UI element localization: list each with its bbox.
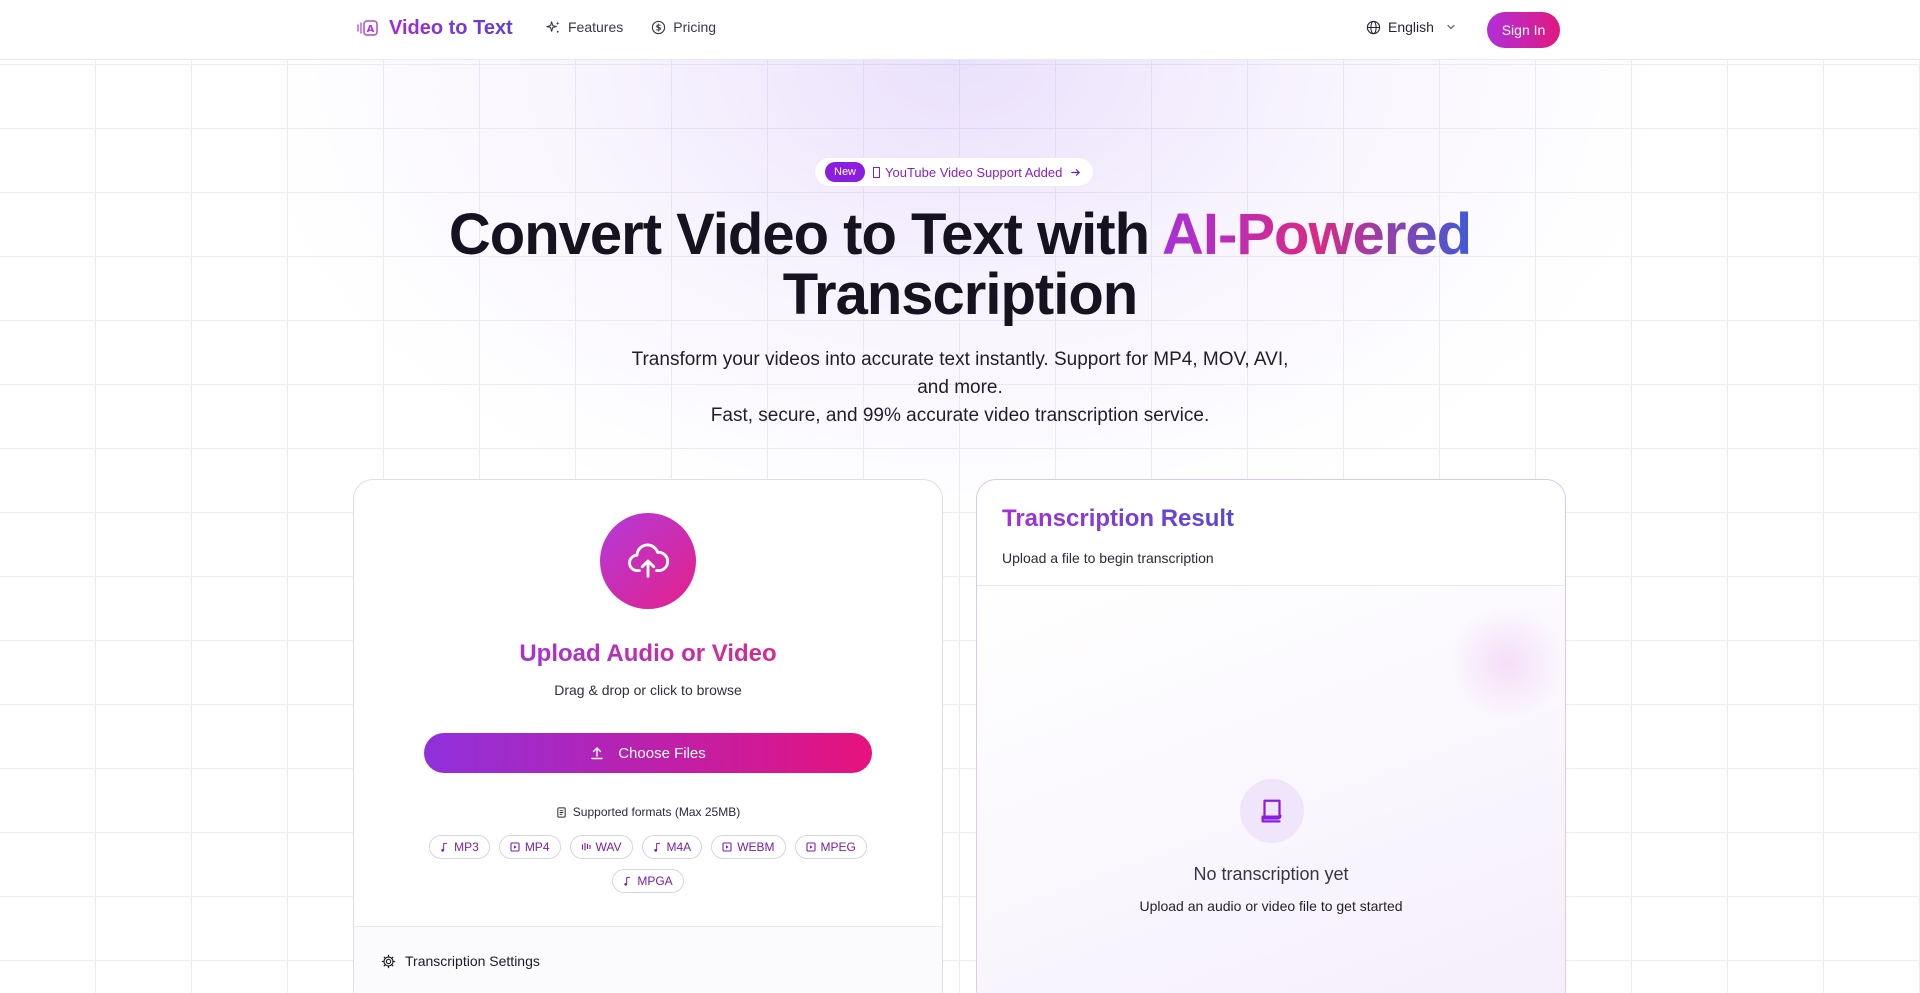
sparkles-icon	[546, 20, 560, 33]
svg-text:$: $	[656, 22, 662, 32]
format-chips: MP3 MP4 WAV M4A WEBM MPEG MPGA	[414, 835, 882, 893]
sign-in-button[interactable]: Sign In	[1487, 12, 1560, 48]
upload-title: Upload Audio or Video	[519, 640, 777, 667]
dollar-circle-icon: $	[652, 20, 666, 34]
brand-name: Video to Text	[389, 16, 513, 39]
format-chip-mpeg: MPEG	[794, 835, 867, 859]
language-selector[interactable]: English	[1366, 19, 1457, 35]
nav-pricing-label: Pricing	[673, 19, 717, 35]
empty-state-title: No transcription yet	[1193, 864, 1349, 884]
nav-features-label: Features	[568, 19, 624, 35]
waveform-icon	[581, 842, 591, 852]
hero-title: Convert Video to Text with AI-Powered Tr…	[360, 205, 1560, 325]
format-chip-wav: WAV	[569, 835, 633, 859]
transcription-settings-toggle[interactable]: Transcription Settings	[354, 926, 942, 993]
upload-dropzone-icon[interactable]	[600, 513, 696, 609]
hero-subtitle: Transform your videos into accurate text…	[610, 346, 1310, 430]
file-text-icon	[557, 806, 566, 818]
choose-files-button[interactable]: Choose Files	[424, 733, 872, 773]
video-file-icon	[805, 842, 816, 852]
format-chip-m4a: M4A	[641, 835, 703, 859]
nav-pricing[interactable]: $ Pricing	[651, 19, 716, 35]
globe-icon	[1366, 20, 1381, 34]
format-chip-label: MPGA	[637, 874, 673, 888]
music-note-icon	[653, 842, 662, 852]
upload-arrow-icon	[591, 747, 603, 760]
nav-features[interactable]: Features	[546, 19, 623, 35]
result-title: Transcription Result	[1002, 505, 1235, 532]
format-chip-label: M4A	[666, 840, 692, 854]
settings-label: Transcription Settings	[405, 953, 540, 969]
format-chip-mp4: MP4	[498, 835, 561, 859]
format-chip-label: WAV	[595, 840, 622, 854]
chevron-down-icon	[1447, 24, 1455, 30]
video-file-icon	[722, 842, 732, 852]
result-header: Transcription Result Upload a file to be…	[977, 480, 1565, 586]
choose-files-label: Choose Files	[618, 744, 706, 762]
language-label: English	[1388, 19, 1434, 35]
music-note-icon	[623, 876, 632, 886]
video-file-icon	[510, 842, 520, 852]
hero-title-prefix: Convert Video to Text with	[448, 202, 1163, 267]
hero-title-accent: AI-Powered	[1162, 202, 1472, 267]
youtube-icon	[873, 166, 881, 178]
brand-logo[interactable]: A Video to Text	[355, 16, 513, 40]
supported-formats-label: Supported formats (Max 25MB)	[354, 805, 942, 819]
announcement-text: YouTube Video Support Added	[885, 164, 1063, 180]
music-note-icon	[440, 842, 449, 852]
format-chip-label: MPEG	[820, 840, 856, 854]
empty-state-icon	[1240, 779, 1304, 843]
format-chip-mp3: MP3	[429, 835, 490, 859]
document-scroll-icon	[1261, 799, 1282, 823]
svg-text:A: A	[367, 24, 375, 35]
decorative-blob	[1447, 607, 1565, 717]
format-chip-label: WEBM	[737, 840, 775, 854]
gear-icon	[381, 954, 396, 968]
format-chip-label: MP3	[454, 840, 479, 854]
format-chip-label: MP4	[524, 840, 550, 854]
result-card: Transcription Result Upload a file to be…	[976, 479, 1566, 993]
main-nav: Features $ Pricing	[546, 19, 716, 35]
hero-subtitle-line1: Transform your videos into accurate text…	[631, 349, 1289, 398]
hero-title-suffix: Transcription	[782, 262, 1138, 327]
settings-label-group: Transcription Settings	[381, 953, 540, 969]
format-chip-webm: WEBM	[711, 835, 786, 859]
hero-subtitle-line2: Fast, secure, and 99% accurate video tra…	[710, 405, 1210, 426]
announcement-badge[interactable]: New YouTube Video Support Added	[814, 157, 1095, 187]
empty-state-subtitle: Upload an audio or video file to get sta…	[1139, 898, 1403, 914]
top-navbar: A Video to Text Features $ Pricing Engli…	[0, 0, 1920, 60]
upload-subtitle: Drag & drop or click to browse	[554, 682, 742, 698]
format-chip-mpga: MPGA	[612, 869, 684, 893]
upload-card[interactable]: Upload Audio or Video Drag & drop or cli…	[353, 479, 943, 993]
new-badge: New	[825, 162, 866, 182]
result-body: No transcription yet Upload an audio or …	[977, 587, 1565, 993]
arrow-right-icon	[1071, 168, 1081, 176]
logo-icon: A	[355, 16, 379, 40]
cloud-upload-icon	[628, 543, 670, 578]
result-subtitle: Upload a file to begin transcription	[1002, 550, 1214, 566]
